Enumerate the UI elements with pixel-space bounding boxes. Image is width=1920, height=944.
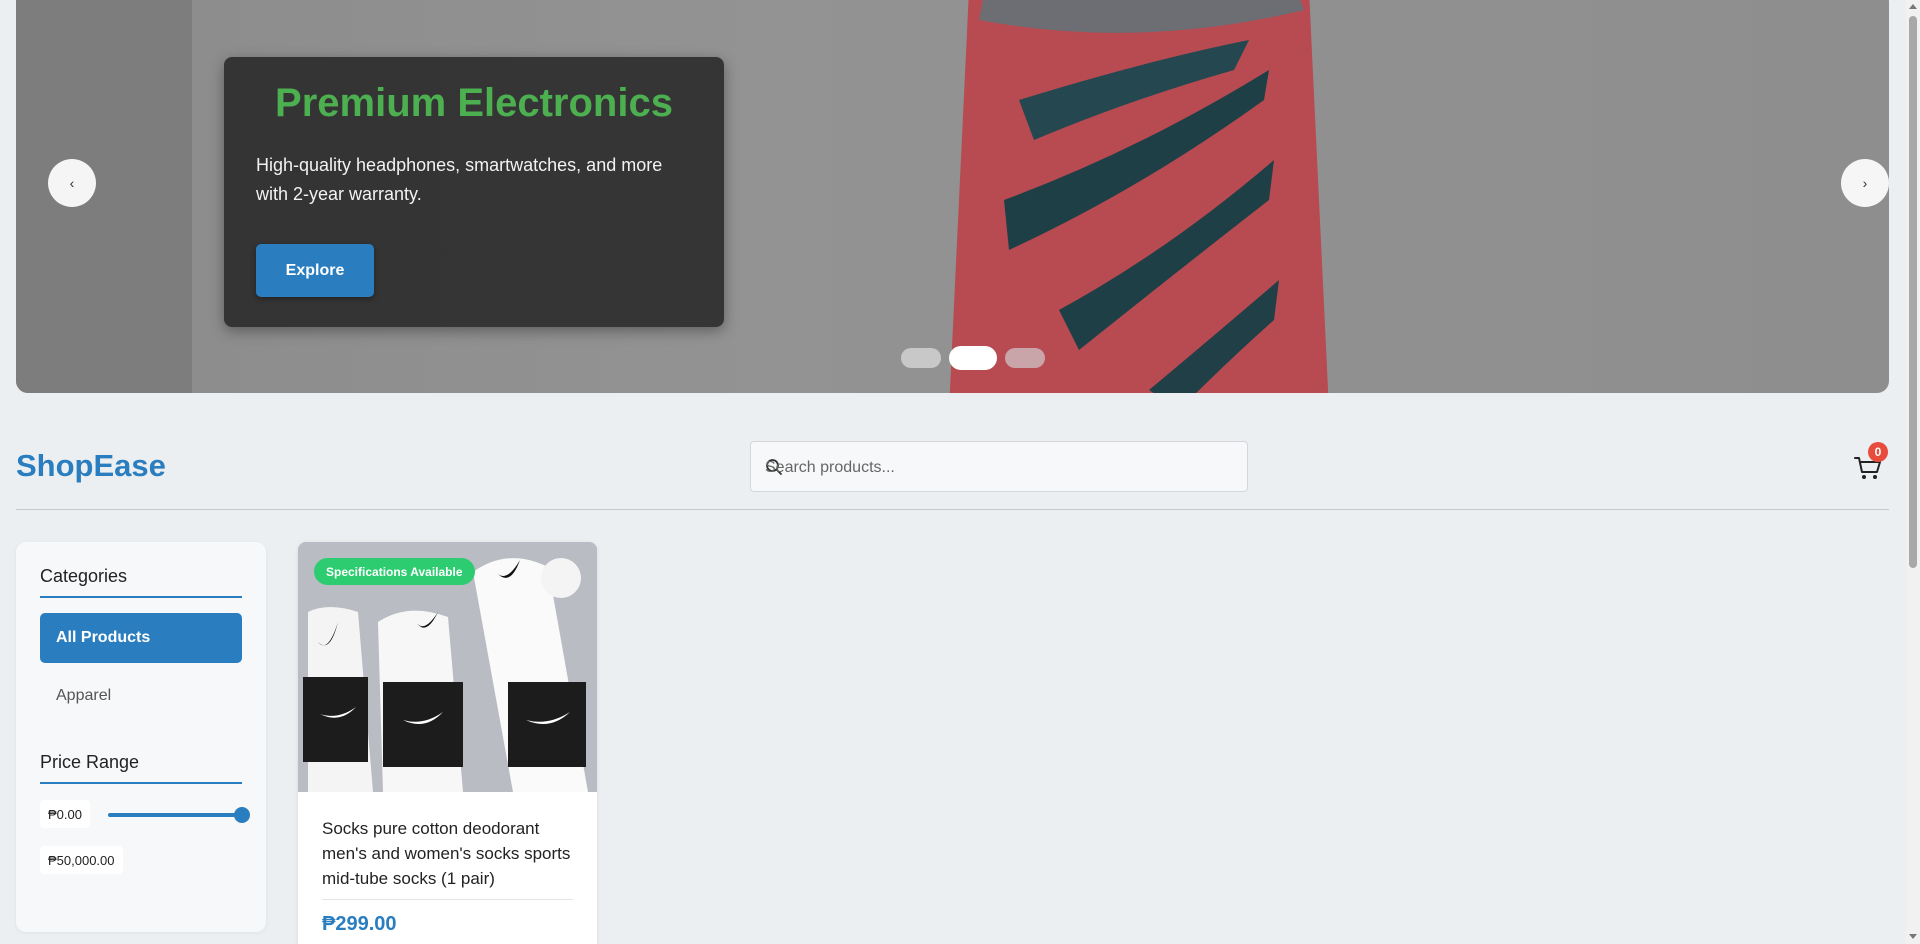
search-bar xyxy=(750,441,1248,493)
carousel-dot-3[interactable] xyxy=(1005,348,1045,368)
chevron-left-icon: ‹ xyxy=(69,175,75,191)
page-scrollbar[interactable] xyxy=(1906,0,1920,944)
product-title[interactable]: Socks pure cotton deodorant men's and wo… xyxy=(322,816,577,891)
specifications-badge: Specifications Available xyxy=(314,558,475,585)
carousel-indicators xyxy=(901,346,1045,370)
price-max-value: ₱50,000.00 xyxy=(40,846,123,874)
hero-carousel: Premium Electronics High-quality headpho… xyxy=(16,0,1889,393)
page: Premium Electronics High-quality headpho… xyxy=(0,0,1906,944)
search-input[interactable] xyxy=(763,442,1237,493)
price-min-value: ₱0.00 xyxy=(40,800,90,828)
hero-product-image xyxy=(949,0,1329,393)
category-all-products[interactable]: All Products xyxy=(40,613,242,663)
scroll-down-icon[interactable] xyxy=(1909,934,1917,939)
hero-image-edge xyxy=(16,0,192,393)
scrollbar-thumb[interactable] xyxy=(1909,16,1917,568)
chevron-right-icon: › xyxy=(1862,175,1868,191)
price-slider-handle[interactable] xyxy=(234,807,250,823)
hero-description: High-quality headphones, smartwatches, a… xyxy=(256,155,663,204)
carousel-next-button[interactable]: › xyxy=(1841,159,1889,207)
product-card-divider xyxy=(322,899,573,900)
cart-count-badge: 0 xyxy=(1868,442,1888,462)
carousel-prev-button[interactable]: ‹ xyxy=(48,159,96,207)
carousel-dot-2[interactable] xyxy=(949,346,997,370)
hero-title: Premium Electronics xyxy=(275,81,673,125)
header-divider xyxy=(16,509,1889,510)
carousel-dot-1[interactable] xyxy=(901,348,941,368)
hero-caption-card: Premium Electronics High-quality headpho… xyxy=(224,57,724,327)
categories-heading: Categories xyxy=(40,566,242,598)
price-slider-track[interactable] xyxy=(108,813,242,817)
price-range-heading: Price Range xyxy=(40,752,242,784)
category-apparel[interactable]: Apparel xyxy=(40,671,242,721)
product-price: ₱299.00 xyxy=(322,913,397,935)
product-card[interactable]: Specifications Available Socks pure cott… xyxy=(298,542,597,944)
heart-icon[interactable] xyxy=(541,558,581,598)
brand-logo[interactable]: ShopEase xyxy=(16,448,166,484)
scroll-up-icon[interactable] xyxy=(1909,4,1917,9)
filters-sidebar: Categories All Products Apparel Price Ra… xyxy=(16,542,266,932)
explore-button[interactable]: Explore xyxy=(256,244,374,297)
